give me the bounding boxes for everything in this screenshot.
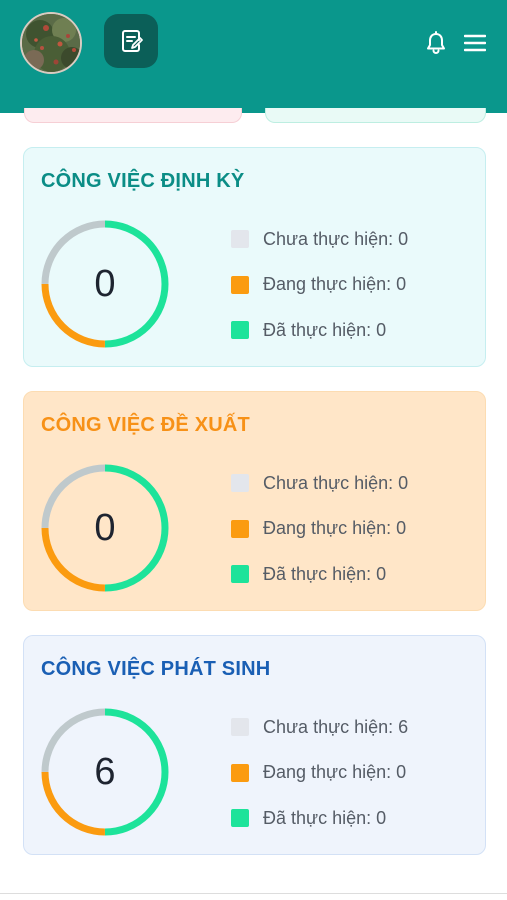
pending-swatch: [231, 474, 249, 492]
legend-item-in-progress: Đang thực hiện: 0: [231, 762, 471, 784]
in-progress-swatch: [231, 519, 249, 538]
legend-label: Đã thực hiện: 0: [263, 563, 387, 584]
note-edit-button[interactable]: [104, 14, 158, 68]
done-swatch: [231, 565, 249, 583]
legend-label: Đã thực hiện: 0: [263, 319, 387, 340]
bell-icon: [427, 31, 445, 54]
done-swatch: [231, 809, 249, 827]
donut-total: 0: [94, 262, 116, 305]
pending-swatch: [231, 718, 249, 736]
bottom-divider: [0, 893, 507, 894]
avatar[interactable]: [20, 12, 82, 74]
arising-tasks-card[interactable]: CÔNG VIỆC PHÁT SINH 6 Chưa thực hiện: 6 …: [23, 635, 486, 855]
pending-swatch: [231, 230, 249, 248]
proposed-tasks-card[interactable]: CÔNG VIỆC ĐỀ XUẤT 0 Chưa thực hiện: 0 Đa…: [23, 391, 486, 611]
legend-label: Đang thực hiện: 0: [263, 518, 407, 538]
legend: Chưa thực hiện: 0 Đang thực hiện: 0 Đã t…: [231, 228, 471, 365]
donut-chart: 0: [40, 463, 170, 593]
donut-total: 6: [94, 750, 116, 793]
top-header: [0, 0, 507, 113]
legend-label: Chưa thực hiện: 0: [263, 228, 409, 249]
app-screen: CÔNG VIỆC ĐỊNH KỲ 0 Chưa thực hiện: 0 Đa…: [0, 0, 507, 900]
donut-total: 0: [94, 506, 116, 549]
legend-label: Đang thực hiện: 0: [263, 274, 407, 294]
notifications-button[interactable]: [422, 28, 450, 58]
legend-label: Đã thực hiện: 0: [263, 807, 387, 828]
donut-chart: 0: [40, 219, 170, 349]
legend-label: Đang thực hiện: 0: [263, 762, 407, 782]
legend-item-in-progress: Đang thực hiện: 0: [231, 274, 471, 296]
hamburger-menu-button[interactable]: [462, 30, 488, 56]
legend-label: Chưa thực hiện: 0: [263, 472, 409, 493]
card-peek-right: [265, 108, 486, 123]
hamburger-menu-icon: [464, 34, 486, 52]
legend: Chưa thực hiện: 0 Đang thực hiện: 0 Đã t…: [231, 472, 471, 609]
legend-item-in-progress: Đang thực hiện: 0: [231, 518, 471, 540]
avatar-photo: [22, 14, 80, 72]
legend-item-done: Đã thực hiện: 0: [231, 563, 471, 585]
done-swatch: [231, 321, 249, 339]
card-peek-left: [24, 108, 242, 123]
note-edit-icon: [122, 30, 143, 52]
legend-item-pending: Chưa thực hiện: 6: [231, 716, 471, 738]
periodic-tasks-card[interactable]: CÔNG VIỆC ĐỊNH KỲ 0 Chưa thực hiện: 0 Đa…: [23, 147, 486, 367]
legend-label: Chưa thực hiện: 6: [263, 716, 409, 737]
in-progress-swatch: [231, 275, 249, 294]
legend-item-done: Đã thực hiện: 0: [231, 807, 471, 829]
legend: Chưa thực hiện: 6 Đang thực hiện: 0 Đã t…: [231, 716, 471, 853]
card-title: CÔNG VIỆC ĐỊNH KỲ: [41, 170, 245, 192]
card-title: CÔNG VIỆC ĐỀ XUẤT: [41, 414, 250, 436]
donut-chart: 6: [40, 707, 170, 837]
legend-item-pending: Chưa thực hiện: 0: [231, 472, 471, 494]
legend-item-done: Đã thực hiện: 0: [231, 319, 471, 341]
legend-item-pending: Chưa thực hiện: 0: [231, 228, 471, 250]
card-title: CÔNG VIỆC PHÁT SINH: [41, 658, 271, 680]
in-progress-swatch: [231, 763, 249, 782]
